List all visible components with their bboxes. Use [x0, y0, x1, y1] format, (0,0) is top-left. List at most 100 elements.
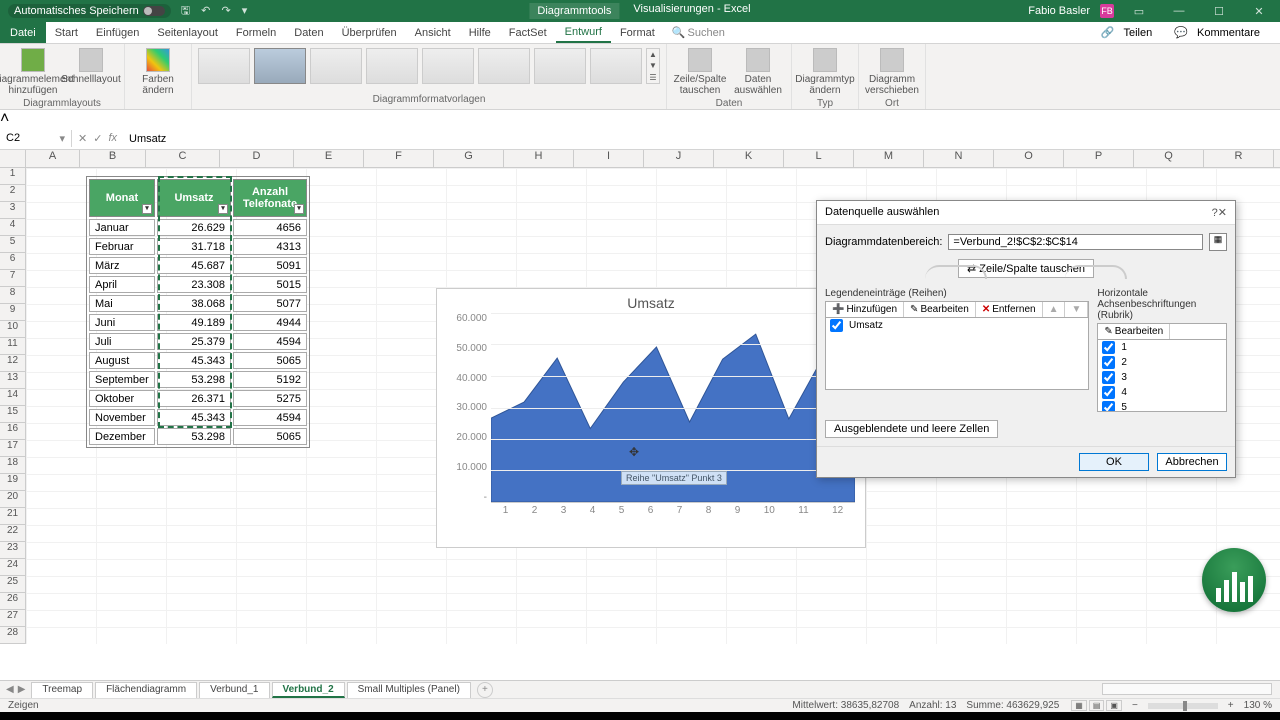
legend-edit-button[interactable]: ✎Bearbeiten [904, 302, 976, 317]
filter-icon[interactable]: ▾ [142, 204, 152, 214]
axis-item-checkbox[interactable] [1102, 371, 1115, 384]
ribbon-tab-ansicht[interactable]: Ansicht [406, 24, 460, 42]
chart-style-6[interactable] [478, 48, 530, 84]
cell[interactable]: April [89, 276, 155, 293]
col-header[interactable]: R [1204, 150, 1274, 167]
row-header[interactable]: 25 [0, 576, 26, 593]
row-header[interactable]: 12 [0, 355, 26, 372]
cell[interactable]: 5275 [233, 390, 307, 407]
cell[interactable]: 4944 [233, 314, 307, 331]
col-header[interactable]: H [504, 150, 574, 167]
row-header[interactable]: 28 [0, 627, 26, 644]
zoom-slider[interactable] [1148, 703, 1218, 709]
chart-styles-gallery[interactable]: ▲ ▼ ☰ [198, 48, 660, 84]
move-chart-button[interactable]: Diagramm verschieben [865, 48, 919, 96]
cell[interactable]: 45.343 [157, 409, 231, 426]
file-tab[interactable]: Datei [0, 22, 46, 43]
chart-range-input[interactable] [948, 234, 1203, 250]
cell[interactable]: 5091 [233, 257, 307, 274]
dialog-close-icon[interactable]: ✕ [1218, 207, 1227, 219]
axis-item[interactable]: 4 [1098, 385, 1226, 400]
horizontal-scrollbar[interactable] [1102, 683, 1272, 695]
table-header[interactable]: Monat▾ [89, 179, 155, 217]
undo-icon[interactable]: ↶ [201, 5, 210, 17]
save-icon[interactable]: 🖫 [181, 5, 190, 17]
cell[interactable]: September [89, 371, 155, 388]
cell[interactable]: Juli [89, 333, 155, 350]
col-header[interactable]: F [364, 150, 434, 167]
zoom-in-icon[interactable]: + [1228, 700, 1234, 711]
cell[interactable]: 45.343 [157, 352, 231, 369]
axis-item[interactable]: 1 [1098, 340, 1226, 355]
col-header[interactable]: C [146, 150, 220, 167]
row-header[interactable]: 8 [0, 287, 26, 304]
sheet-tab[interactable]: Verbund_2 [272, 682, 345, 698]
col-header[interactable]: K [714, 150, 784, 167]
minimize-icon[interactable]: — [1164, 5, 1194, 17]
zoom-out-icon[interactable]: − [1132, 700, 1138, 711]
close-icon[interactable]: ✕ [1244, 5, 1274, 18]
name-box[interactable]: C2▾ [0, 130, 72, 147]
chart-object[interactable]: Umsatz 60.00050.00040.00030.00020.00010.… [436, 288, 866, 548]
cell[interactable]: Februar [89, 238, 155, 255]
row-header[interactable]: 2 [0, 185, 26, 202]
row-header[interactable]: 10 [0, 321, 26, 338]
legend-item[interactable]: Umsatz [826, 318, 1088, 333]
chart-style-1[interactable] [198, 48, 250, 84]
row-header[interactable]: 1 [0, 168, 26, 185]
plot-area[interactable]: Reihe "Umsatz" Punkt 3 ✥ [491, 313, 855, 503]
legend-add-button[interactable]: ➕Hinzufügen [826, 302, 904, 317]
sheet-nav-next-icon[interactable]: ▶ [18, 684, 26, 695]
row-header[interactable]: 23 [0, 542, 26, 559]
cancel-button[interactable]: Abbrechen [1157, 453, 1227, 471]
cell[interactable]: 53.298 [157, 371, 231, 388]
legend-remove-button[interactable]: ✕Entfernen [976, 302, 1043, 317]
row-header[interactable]: 13 [0, 372, 26, 389]
cell[interactable]: 38.068 [157, 295, 231, 312]
row-header[interactable]: 24 [0, 559, 26, 576]
sheet-tab[interactable]: Verbund_1 [199, 682, 269, 698]
cell[interactable]: 5077 [233, 295, 307, 312]
col-header[interactable]: L [784, 150, 854, 167]
filter-icon[interactable]: ▾ [218, 204, 228, 214]
table-header[interactable]: Anzahl Telefonate▾ [233, 179, 307, 217]
row-header[interactable]: 27 [0, 610, 26, 627]
change-chart-type-button[interactable]: Diagrammtyp ändern [798, 48, 852, 96]
sheet-tab[interactable]: Flächendiagramm [95, 682, 197, 698]
cell[interactable]: 49.189 [157, 314, 231, 331]
cell[interactable]: 45.687 [157, 257, 231, 274]
row-header[interactable]: 6 [0, 253, 26, 270]
accept-formula-icon[interactable]: ✓ [93, 132, 102, 145]
row-header[interactable]: 5 [0, 236, 26, 253]
chart-style-7[interactable] [534, 48, 586, 84]
row-header[interactable]: 3 [0, 202, 26, 219]
select-data-button[interactable]: Daten auswählen [731, 48, 785, 96]
row-header[interactable]: 21 [0, 508, 26, 525]
cell[interactable]: Mai [89, 295, 155, 312]
fx-icon[interactable]: fx [108, 132, 117, 145]
comments-button[interactable]: 💬 Kommentare [1168, 24, 1272, 41]
switch-row-col-button[interactable]: Zeile/Spalte tauschen [673, 48, 727, 96]
axis-item[interactable]: 2 [1098, 355, 1226, 370]
view-buttons[interactable]: ▦▤▣ [1069, 700, 1122, 711]
ribbon-tab-hilfe[interactable]: Hilfe [460, 24, 500, 42]
cell[interactable]: August [89, 352, 155, 369]
row-header[interactable]: 7 [0, 270, 26, 287]
row-header[interactable]: 16 [0, 423, 26, 440]
axis-item[interactable]: 3 [1098, 370, 1226, 385]
axis-item-checkbox[interactable] [1102, 401, 1115, 412]
col-header[interactable]: P [1064, 150, 1134, 167]
swap-row-col-button[interactable]: ⇄ Zeile/Spalte tauschen [958, 259, 1094, 278]
row-header[interactable]: 15 [0, 406, 26, 423]
maximize-icon[interactable]: ☐ [1204, 5, 1234, 18]
ribbon-tab-start[interactable]: Start [46, 24, 87, 42]
cell[interactable]: 4313 [233, 238, 307, 255]
axis-edit-button[interactable]: ✎Bearbeiten [1098, 324, 1170, 339]
chart-style-5[interactable] [422, 48, 474, 84]
ribbon-tab-seitenlayout[interactable]: Seitenlayout [148, 24, 227, 42]
chart-style-2[interactable] [254, 48, 306, 84]
cell[interactable]: 4656 [233, 219, 307, 236]
col-header[interactable]: J [644, 150, 714, 167]
cell[interactable]: Januar [89, 219, 155, 236]
hidden-cells-button[interactable]: Ausgeblendete und leere Zellen [825, 420, 998, 438]
